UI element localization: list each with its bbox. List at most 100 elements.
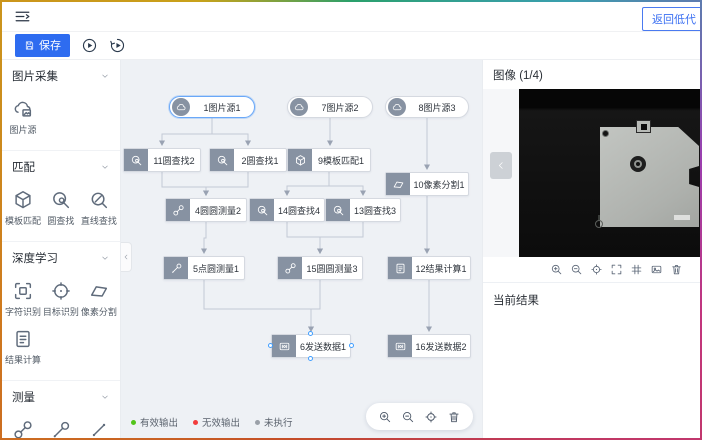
sidebar-item-像素分割[interactable]: 像素分割 <box>80 274 118 322</box>
main-area: 图片采集图片源匹配模板匹配圆查找直线查找深度学习字符识别目标识别像素分割结果计算… <box>2 60 700 438</box>
flow-node-label: 10像素分割1 <box>410 173 468 195</box>
connection-handle-bottom[interactable] <box>308 356 313 361</box>
image-viewer <box>483 89 700 257</box>
sidebar-item-图片源[interactable]: 图片源 <box>4 92 42 140</box>
flow-node-label: 2圆查找1 <box>234 149 286 171</box>
chevron-down-icon <box>100 392 110 402</box>
play-circle-icon <box>81 37 98 54</box>
circle-search-icon <box>210 149 234 171</box>
app-window: 返回低代 保存 图片采集图片源匹配模板匹配圆查找 <box>2 2 700 438</box>
preview-image[interactable] <box>519 89 700 257</box>
flow-edge-15-6 <box>311 280 320 331</box>
zoom-in-icon[interactable] <box>550 263 563 276</box>
hamburger-menu-icon[interactable] <box>14 8 31 25</box>
flow-node-label: 12结果计算1 <box>412 257 470 279</box>
flow-node-4[interactable]: 4圆圆测量2 <box>165 198 247 222</box>
flow-node-2[interactable]: 2圆查找1 <box>209 148 287 172</box>
flow-node-6[interactable]: 6发送数据1 <box>271 334 351 358</box>
circle-search-icon <box>326 199 350 221</box>
step-run-button[interactable] <box>109 37 126 54</box>
flow-node-9[interactable]: 9模板匹配1 <box>287 148 371 172</box>
flow-node-label: 6发送数据1 <box>296 335 350 357</box>
plate-corner-hole <box>602 130 609 137</box>
image-panel-title: 图像 (1/4) <box>483 60 700 89</box>
locate-icon[interactable] <box>590 263 603 276</box>
connection-handle-top[interactable] <box>308 331 313 336</box>
delete-icon[interactable] <box>670 263 683 276</box>
sidebar-section-title[interactable]: 匹配 <box>2 151 120 179</box>
circle-search-icon <box>250 199 274 221</box>
flow-edge-1-11 <box>162 118 212 145</box>
save-button-label: 保存 <box>39 37 61 53</box>
flow-node-8[interactable]: 8图片源3 <box>385 96 469 118</box>
sidebar-section-title[interactable]: 深度学习 <box>2 242 120 270</box>
sidebar-item-点点测量[interactable]: 点点测量 <box>80 413 118 438</box>
flow-edge-14-15 <box>287 222 320 253</box>
fullscreen-icon[interactable] <box>610 263 623 276</box>
sidebar-item-点圆测量[interactable]: 点圆测量 <box>42 413 80 438</box>
flow-node-7[interactable]: 7图片源2 <box>287 96 373 118</box>
cloud-image-icon <box>12 98 34 120</box>
grid-icon[interactable] <box>630 263 643 276</box>
flow-node-15[interactable]: 15圆圆测量3 <box>277 256 363 280</box>
flow-edge-11-4 <box>162 172 206 195</box>
flow-edge-9-13 <box>329 172 363 195</box>
sidebar-item-圆查找[interactable]: 圆查找 <box>42 183 80 231</box>
flow-node-10[interactable]: 10像素分割1 <box>385 172 469 196</box>
prev-image-button[interactable] <box>490 152 512 179</box>
segment-icon <box>88 280 110 302</box>
flow-node-label: 7图片源2 <box>308 101 372 114</box>
cloud-icon <box>388 98 406 116</box>
topbar: 返回低代 <box>2 2 700 32</box>
sidebar-section-title[interactable]: 图片采集 <box>2 60 120 88</box>
legend-item: 无效输出 <box>193 415 240 429</box>
flow-node-14[interactable]: 14圆查找4 <box>249 198 325 222</box>
image-toolbar <box>483 257 700 283</box>
run-toolbar: 保存 <box>2 32 700 60</box>
locate-icon[interactable] <box>424 410 438 424</box>
sidebar-collapse-handle[interactable] <box>121 242 132 272</box>
sidebar-section-1: 匹配模板匹配圆查找直线查找 <box>2 151 120 242</box>
zoom-out-icon[interactable] <box>570 263 583 276</box>
flow-canvas[interactable]: 1图片源1 7图片源2 8图片源3 11圆查找2 2圆查找19模板匹配1 10像素分割1 4… <box>121 60 482 438</box>
connection-handle-left[interactable] <box>268 343 273 348</box>
flow-node-label: 1图片源1 <box>190 101 254 114</box>
point-circle-measure-icon <box>50 419 72 438</box>
flow-node-13[interactable]: 13圆查找3 <box>325 198 401 222</box>
flow-edge-13-15 <box>320 222 363 253</box>
sidebar-item-字符识别[interactable]: 字符识别 <box>4 274 42 322</box>
flow-node-label: 14圆查找4 <box>274 199 324 221</box>
flow-node-5[interactable]: 5点圆测量1 <box>163 256 245 280</box>
sidebar-item-模板匹配[interactable]: 模板匹配 <box>4 183 42 231</box>
sidebar-item-圆圆测量[interactable]: 圆圆测量 <box>4 413 42 438</box>
sidebar-section-3: 测量圆圆测量点圆测量点点测量 <box>2 381 120 438</box>
flow-node-12[interactable]: 12结果计算1 <box>387 256 471 280</box>
back-to-lowcode-button[interactable]: 返回低代 <box>642 7 700 31</box>
flow-node-16[interactable]: 16发送数据2 <box>387 334 471 358</box>
send-data-icon <box>388 335 412 357</box>
image-panel: 图像 (1/4) <box>482 60 700 438</box>
circle-search-icon <box>124 149 148 171</box>
chevron-left-icon <box>122 253 130 261</box>
save-button[interactable]: 保存 <box>15 34 70 57</box>
flow-node-label: 4圆圆测量2 <box>190 199 246 221</box>
zoom-in-icon[interactable] <box>378 410 392 424</box>
result-panel-body <box>483 317 700 438</box>
sidebar-item-目标识别[interactable]: 目标识别 <box>42 274 80 322</box>
sidebar-item-直线查找[interactable]: 直线查找 <box>80 183 118 231</box>
run-button[interactable] <box>81 37 98 54</box>
sidebar-section-title[interactable]: 测量 <box>2 381 120 409</box>
flow-node-11[interactable]: 11圆查找2 <box>123 148 201 172</box>
snapshot-icon[interactable] <box>650 263 663 276</box>
legend-item: 未执行 <box>255 415 293 429</box>
delete-icon[interactable] <box>447 410 461 424</box>
zoom-out-icon[interactable] <box>401 410 415 424</box>
metal-plate <box>600 127 699 227</box>
point-circle-measure-icon <box>164 257 188 279</box>
connection-handle-right[interactable] <box>349 343 354 348</box>
sidebar-section-0: 图片采集图片源 <box>2 60 120 151</box>
circle-circle-measure-icon <box>166 199 190 221</box>
flow-node-label: 15圆圆测量3 <box>302 257 362 279</box>
sidebar-item-结果计算[interactable]: 结果计算 <box>4 322 42 370</box>
flow-node-1[interactable]: 1图片源1 <box>169 96 255 118</box>
